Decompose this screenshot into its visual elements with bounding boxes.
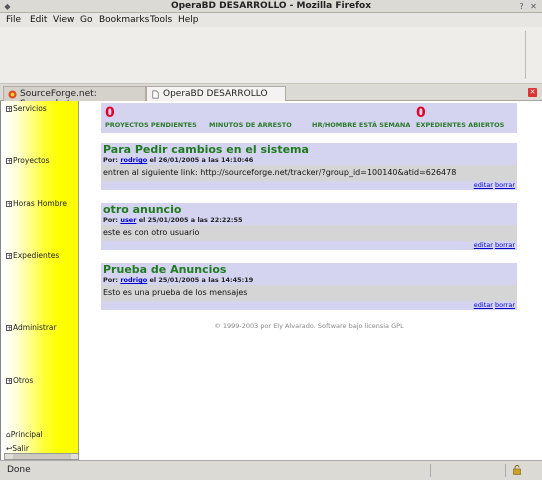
window-titlebar: ◆ OperaBD DESARROLLO - Mozilla Firefox ?… bbox=[0, 0, 542, 13]
toolbar-grip[interactable] bbox=[525, 31, 532, 79]
post-title: Prueba de Anuncios bbox=[103, 263, 227, 276]
sidebar-item-principal[interactable]: ⌂Principal bbox=[6, 430, 43, 439]
post-actions: editar borrar bbox=[101, 181, 517, 190]
announcement-post: Prueba de Anuncios Por: rodrigo el 25/01… bbox=[101, 263, 517, 310]
post-body: entren al siguiente link: http://sourcef… bbox=[101, 165, 517, 181]
stat-label: PROYECTOS PENDIENTES bbox=[105, 121, 197, 129]
post-header: Para Pedir cambios en el sistema Por: ro… bbox=[101, 143, 517, 165]
expand-icon: + bbox=[6, 106, 13, 113]
sidebar-item-otros[interactable]: +Otros bbox=[6, 376, 33, 385]
tab-strip: SourceForge.net: Screenshots OperaBD DES… bbox=[0, 84, 542, 109]
post-title: Para Pedir cambios en el sistema bbox=[103, 143, 309, 156]
tab-sourceforge[interactable]: SourceForge.net: Screenshots bbox=[3, 86, 146, 109]
page-content: +Servicios +Proyectos +Horas Hombre +Exp… bbox=[0, 101, 542, 460]
toolbar-area bbox=[0, 27, 542, 84]
post-author-link[interactable]: rodrigo bbox=[120, 276, 147, 284]
menu-bookmarks[interactable]: Bookmarks bbox=[99, 15, 149, 25]
sidebar-item-expedientes[interactable]: +Expedientes bbox=[6, 251, 59, 260]
stat-label: MINUTOS DE ARRESTO bbox=[209, 121, 292, 129]
menu-help[interactable]: Help bbox=[178, 15, 199, 25]
delete-link[interactable]: borrar bbox=[495, 241, 515, 249]
post-actions: editar borrar bbox=[101, 241, 517, 250]
expand-icon: + bbox=[6, 201, 13, 208]
edit-link[interactable]: editar bbox=[474, 301, 493, 309]
expand-icon: + bbox=[6, 378, 13, 385]
menu-bar: File Edit View Go Bookmarks Tools Help bbox=[0, 13, 542, 27]
post-actions: editar borrar bbox=[101, 301, 517, 310]
expand-icon: + bbox=[6, 158, 13, 165]
post-meta: Por: rodrigo el 26/01/2005 a las 14:10:4… bbox=[103, 156, 254, 164]
page-icon bbox=[152, 90, 159, 99]
post-body: Esto es una prueba de los mensajes bbox=[101, 285, 517, 301]
post-title: otro anuncio bbox=[103, 203, 182, 216]
post-header: Prueba de Anuncios Por: rodrigo el 25/01… bbox=[101, 263, 517, 285]
close-window-icon[interactable]: ✕ bbox=[529, 2, 538, 11]
sidebar-item-proyectos[interactable]: +Proyectos bbox=[6, 156, 50, 165]
announcement-post: Para Pedir cambios en el sistema Por: ro… bbox=[101, 143, 517, 190]
edit-link[interactable]: editar bbox=[474, 241, 493, 249]
sidebar: +Servicios +Proyectos +Horas Hombre +Exp… bbox=[4, 101, 79, 453]
expand-icon: + bbox=[6, 253, 13, 260]
status-divider bbox=[430, 464, 431, 477]
sidebar-horizontal-scrollbar[interactable] bbox=[4, 453, 79, 460]
menu-go[interactable]: Go bbox=[80, 15, 92, 25]
stat-proyectos-pendientes: 0 PROYECTOS PENDIENTES bbox=[105, 105, 197, 129]
stat-label: HR/HOMBRE ESTÁ SEMANA bbox=[312, 121, 411, 129]
menu-edit[interactable]: Edit bbox=[30, 15, 47, 25]
menu-tools[interactable]: Tools bbox=[150, 15, 172, 25]
stats-panel: 0 PROYECTOS PENDIENTES MINUTOS DE ARREST… bbox=[101, 103, 517, 133]
edit-link[interactable]: editar bbox=[474, 181, 493, 189]
sourceforge-icon bbox=[8, 90, 17, 99]
security-lock-icon[interactable] bbox=[513, 465, 521, 475]
sidebar-item-servicios[interactable]: +Servicios bbox=[6, 104, 47, 113]
status-text: Done bbox=[7, 465, 31, 475]
announcement-post: otro anuncio Por: user el 25/01/2005 a l… bbox=[101, 203, 517, 250]
help-icon[interactable]: ? bbox=[517, 2, 526, 11]
sidebar-item-salir[interactable]: ↩Salir bbox=[6, 444, 29, 453]
tab-operabd[interactable]: OperaBD DESARROLLO bbox=[146, 86, 286, 101]
close-tab-icon[interactable]: ✕ bbox=[528, 88, 537, 97]
post-body: este es con otro usuario bbox=[101, 225, 517, 241]
delete-link[interactable]: borrar bbox=[495, 181, 515, 189]
stat-label: EXPEDIENTES ABIERTOS bbox=[416, 121, 505, 129]
window-title: OperaBD DESARROLLO - Mozilla Firefox bbox=[170, 1, 372, 11]
post-meta: Por: rodrigo el 25/01/2005 a las 14:45:1… bbox=[103, 276, 254, 284]
status-divider bbox=[505, 464, 506, 477]
post-meta: Por: user el 25/01/2005 a las 22:22:55 bbox=[103, 216, 243, 224]
page-footer: © 1999-2003 por Ely Alvarado. Software b… bbox=[214, 322, 404, 330]
tab-label: OperaBD DESARROLLO bbox=[163, 89, 268, 99]
status-bar: Done bbox=[0, 460, 542, 480]
post-author-link[interactable]: user bbox=[120, 216, 136, 224]
expand-icon: + bbox=[6, 325, 13, 332]
stat-value: 0 bbox=[416, 105, 426, 121]
post-header: otro anuncio Por: user el 25/01/2005 a l… bbox=[101, 203, 517, 225]
menu-file[interactable]: File bbox=[6, 15, 21, 25]
delete-link[interactable]: borrar bbox=[495, 301, 515, 309]
post-author-link[interactable]: rodrigo bbox=[120, 156, 147, 164]
scrollbar-thumb[interactable] bbox=[13, 454, 71, 459]
stat-expedientes-abiertos: 0 EXPEDIENTES ABIERTOS bbox=[416, 105, 504, 129]
menu-view[interactable]: View bbox=[53, 15, 74, 25]
sidebar-item-horas-hombre[interactable]: +Horas Hombre bbox=[6, 199, 67, 208]
sidebar-item-administrar[interactable]: +Administrar bbox=[6, 323, 57, 332]
stat-value: 0 bbox=[105, 105, 115, 121]
